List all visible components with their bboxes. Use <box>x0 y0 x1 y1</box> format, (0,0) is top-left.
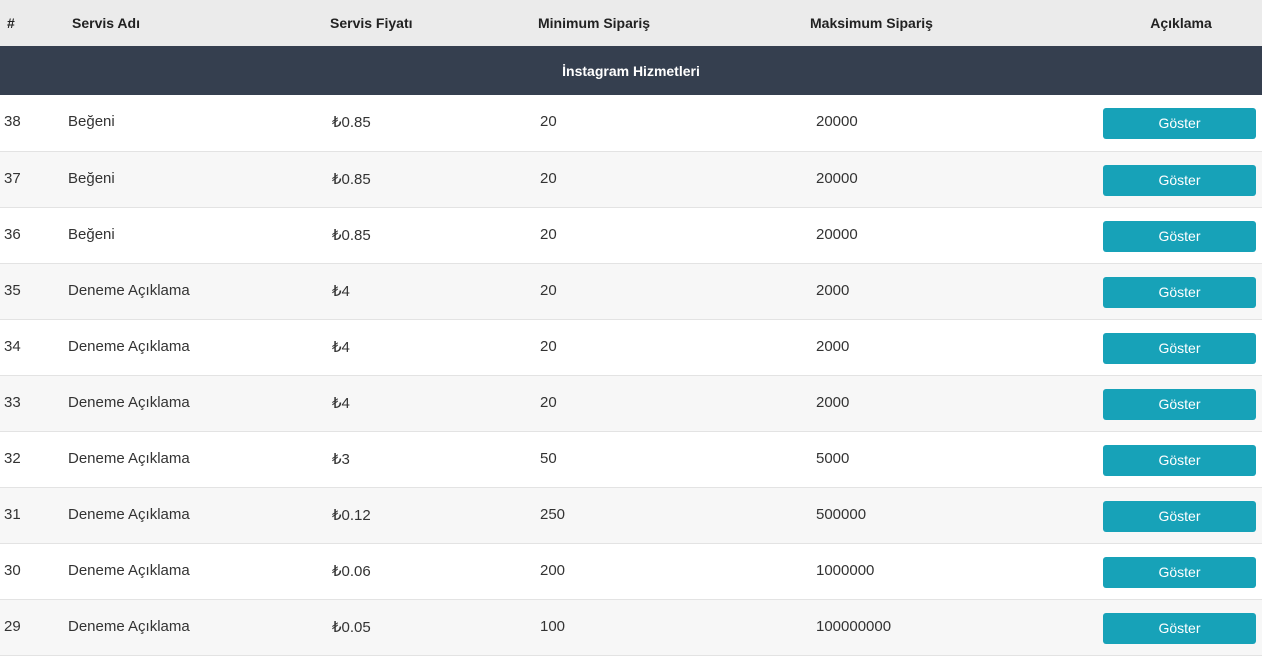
show-description-button[interactable]: Göster <box>1103 276 1256 308</box>
header-min-order: Minimum Sipariş <box>538 15 651 31</box>
row-max-order: 20000 <box>816 225 858 243</box>
row-max-order: 2000 <box>816 337 850 355</box>
header-service-name: Servis Adı <box>72 15 140 31</box>
header-service-price: Servis Fiyatı <box>330 15 413 31</box>
show-description-button[interactable]: Göster <box>1103 332 1256 364</box>
table-row: 35 Deneme Açıklama ₺4 20 2000 Göster <box>0 263 1262 319</box>
row-service-name: Deneme Açıklama <box>68 337 190 355</box>
row-service-name: Beğeni <box>68 225 115 243</box>
table-header-row: # Servis Adı Servis Fiyatı Minimum Sipar… <box>0 0 1262 46</box>
row-description-cell: Göster <box>1100 599 1262 655</box>
category-title: İnstagram Hizmetleri <box>562 62 700 79</box>
row-description-cell: Göster <box>1100 543 1262 599</box>
row-min-order: 100 <box>540 617 566 635</box>
row-min-order: 20 <box>540 337 557 355</box>
table-row: 34 Deneme Açıklama ₺4 20 2000 Göster <box>0 319 1262 375</box>
table-row: 36 Beğeni ₺0.85 20 20000 Göster <box>0 207 1262 263</box>
row-min-order: 200 <box>540 561 566 579</box>
row-service-name: Deneme Açıklama <box>68 281 190 299</box>
table-row: 29 Deneme Açıklama ₺0.05 100 100000000 Göster <box>0 599 1262 655</box>
row-service-name: Deneme Açıklama <box>68 449 190 467</box>
row-min-order: 20 <box>540 225 557 243</box>
header-max-order: Maksimum Sipariş <box>810 15 933 31</box>
show-description-button[interactable]: Göster <box>1103 612 1256 644</box>
row-description-cell: Göster <box>1100 95 1262 151</box>
row-description-cell: Göster <box>1100 207 1262 263</box>
row-service-price: ₺0.85 <box>332 226 371 244</box>
table-row: 38 Beğeni ₺0.85 20 20000 Göster <box>0 95 1262 151</box>
show-description-button[interactable]: Göster <box>1103 108 1256 139</box>
show-description-button[interactable]: Göster <box>1103 500 1256 532</box>
row-max-order: 100000000 <box>816 617 892 635</box>
row-service-name: Beğeni <box>68 169 115 187</box>
row-description-cell: Göster <box>1100 375 1262 431</box>
row-description-cell: Göster <box>1100 431 1262 487</box>
row-service-price: ₺0.85 <box>332 114 371 131</box>
table-row: 32 Deneme Açıklama ₺3 50 5000 Göster <box>0 431 1262 487</box>
table-row: 37 Beğeni ₺0.85 20 20000 Göster <box>0 151 1262 207</box>
row-service-price: ₺3 <box>332 450 350 468</box>
row-max-order: 20000 <box>816 169 858 187</box>
row-min-order: 250 <box>540 505 566 523</box>
row-min-order: 20 <box>540 113 557 130</box>
row-max-order: 2000 <box>816 281 850 299</box>
show-description-button[interactable]: Göster <box>1103 220 1256 252</box>
show-description-button[interactable]: Göster <box>1103 556 1256 588</box>
row-max-order: 1000000 <box>816 561 875 579</box>
row-service-price: ₺4 <box>332 282 350 300</box>
row-description-cell: Göster <box>1100 151 1262 207</box>
page-edge <box>1262 0 1277 655</box>
row-service-price: ₺0.12 <box>332 506 371 524</box>
row-service-name: Beğeni <box>68 113 115 130</box>
row-service-price: ₺4 <box>332 394 350 412</box>
header-description: Açıklama <box>1150 15 1212 31</box>
row-service-price: ₺0.06 <box>332 562 371 580</box>
services-table-container: # Servis Adı Servis Fiyatı Minimum Sipar… <box>0 0 1262 656</box>
row-description-cell: Göster <box>1100 487 1262 543</box>
row-service-name: Deneme Açıklama <box>68 505 190 523</box>
table-row: 30 Deneme Açıklama ₺0.06 200 1000000 Göster <box>0 543 1262 599</box>
table-row: 33 Deneme Açıklama ₺4 20 2000 Göster <box>0 375 1262 431</box>
show-description-button[interactable]: Göster <box>1103 444 1256 476</box>
row-min-order: 20 <box>540 281 557 299</box>
show-description-button[interactable]: Göster <box>1103 164 1256 196</box>
row-service-name: Deneme Açıklama <box>68 561 190 579</box>
row-max-order: 2000 <box>816 393 850 411</box>
row-service-name: Deneme Açıklama <box>68 617 190 635</box>
row-max-order: 5000 <box>816 449 850 467</box>
row-max-order: 500000 <box>816 505 867 523</box>
row-service-price: ₺0.05 <box>332 618 371 636</box>
row-min-order: 20 <box>540 169 557 187</box>
category-row: İnstagram Hizmetleri <box>0 46 1262 95</box>
row-service-name: Deneme Açıklama <box>68 393 190 411</box>
show-description-button[interactable]: Göster <box>1103 388 1256 420</box>
row-max-order: 20000 <box>816 113 858 130</box>
row-min-order: 20 <box>540 393 557 411</box>
row-min-order: 50 <box>540 449 557 467</box>
table-row: 31 Deneme Açıklama ₺0.12 250 500000 Göster <box>0 487 1262 543</box>
services-table: # Servis Adı Servis Fiyatı Minimum Sipar… <box>0 0 1262 656</box>
row-description-cell: Göster <box>1100 319 1262 375</box>
row-description-cell: Göster <box>1100 263 1262 319</box>
row-service-price: ₺4 <box>332 338 350 356</box>
row-service-price: ₺0.85 <box>332 170 371 188</box>
table-body: İnstagram Hizmetleri 38 Beğeni ₺0.85 20 2000… <box>0 46 1262 655</box>
